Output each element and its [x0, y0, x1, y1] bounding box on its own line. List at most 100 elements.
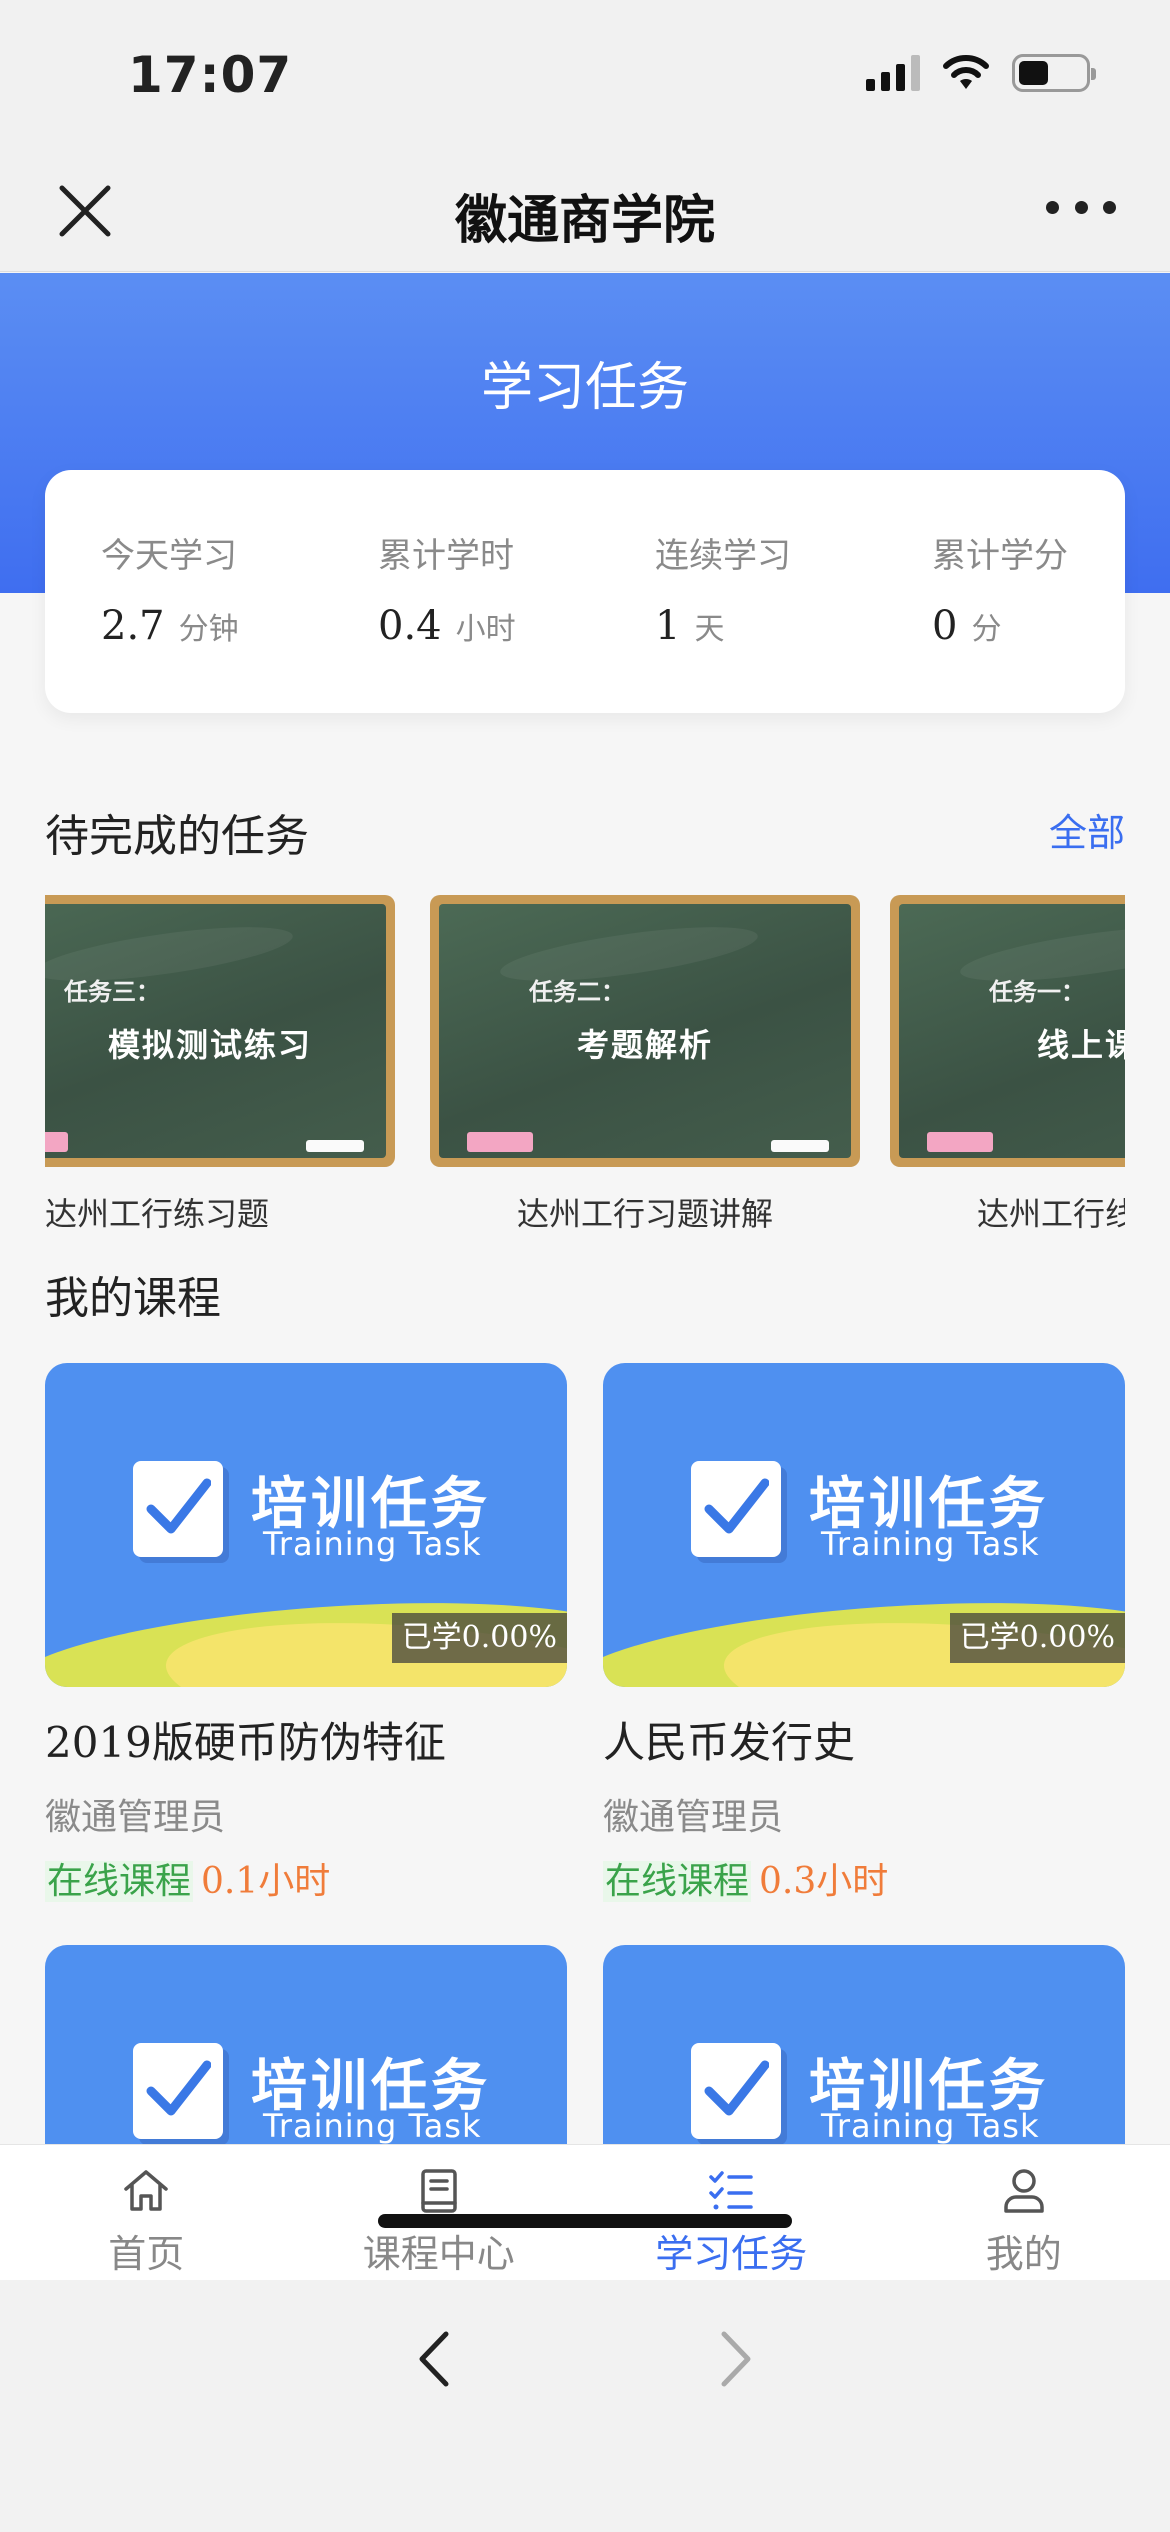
- thumbnail-subtitle: Training Task: [263, 1525, 482, 1563]
- progress-badge: 已学0.00%: [949, 1613, 1125, 1663]
- course-card[interactable]: 培训任务 Training Task: [603, 1945, 1125, 2144]
- stat-value-row: 0分: [932, 603, 1170, 649]
- tab-label: 首页: [108, 2232, 185, 2276]
- task-thumbnail: 任务三： 模拟测试练习: [45, 895, 395, 1167]
- tab-label: 我的: [985, 2232, 1062, 2276]
- stat-label: 累计学分: [932, 536, 1068, 576]
- thumbnail-subtitle: Training Task: [263, 2107, 482, 2144]
- book-icon: [421, 2169, 457, 2213]
- stat-streak: 连续学习 1天: [655, 528, 895, 649]
- tab-course-center[interactable]: 课程中心: [293, 2145, 586, 2280]
- my-courses-title: 我的课程: [45, 1273, 221, 1324]
- checkbox-icon: [133, 2043, 223, 2139]
- stat-unit: 天: [694, 612, 725, 647]
- chalk-decoration: [306, 1140, 364, 1152]
- status-bar: 17:07: [0, 0, 1170, 150]
- stat-unit: 分钟: [178, 612, 239, 647]
- task-board-title: 模拟测试练习: [107, 1026, 312, 1064]
- stat-value: 1: [655, 603, 681, 649]
- view-all-link[interactable]: 全部: [1049, 802, 1125, 857]
- task-thumbnail: 任务二： 考题解析: [430, 895, 860, 1167]
- course-author: 徽通管理员: [603, 1797, 784, 1838]
- task-board-subtitle: 任务二：: [529, 977, 625, 1006]
- more-icon[interactable]: [1046, 192, 1116, 222]
- stat-value: 2.7: [101, 603, 165, 649]
- stat-value-row: 0.4 小时: [378, 603, 618, 649]
- course-type-tag: 在线课程: [45, 1861, 194, 1902]
- eraser-decoration: [927, 1132, 993, 1152]
- course-name: 人民币发行史: [603, 1718, 856, 1767]
- stats-card: 今天学习 2.7 分钟 累计学时 0.4 小时 连续学习 1天 累计学分 0分: [45, 470, 1125, 713]
- forward-arrow-icon[interactable]: [710, 2326, 760, 2392]
- course-type-tag: 在线课程: [603, 1861, 752, 1902]
- course-thumbnail: 培训任务 Training Task 已学0.00%: [603, 1363, 1125, 1687]
- nav-bar: 徽通商学院: [0, 150, 1170, 272]
- task-board-title: 考题解析: [576, 1026, 713, 1064]
- eraser-decoration: [45, 1132, 68, 1152]
- task-caption: 达州工行习题讲解: [516, 1195, 773, 1233]
- thumbnail-subtitle: Training Task: [821, 1525, 1040, 1563]
- stat-value: 0.4: [378, 603, 442, 649]
- page-title: 学习任务: [480, 358, 689, 418]
- stat-today: 今天学习 2.7 分钟: [101, 528, 341, 649]
- thumbnail-subtitle: Training Task: [821, 2107, 1040, 2144]
- pending-tasks-title: 待完成的任务: [45, 811, 309, 862]
- battery-icon: [1012, 54, 1096, 92]
- stat-label: 连续学习: [655, 536, 791, 576]
- stat-label: 今天学习: [101, 536, 237, 576]
- tab-home[interactable]: 首页: [0, 2145, 293, 2280]
- course-duration: 0.1小时: [201, 1861, 331, 1902]
- checkbox-icon: [691, 2043, 781, 2139]
- stat-credits: 累计学分 0分: [932, 528, 1170, 649]
- tab-learning-tasks[interactable]: 学习任务: [585, 2145, 878, 2280]
- task-card[interactable]: 任务二： 考题解析 达州工行习题讲解: [430, 895, 860, 1235]
- task-caption: 达州工行练习题: [45, 1195, 270, 1233]
- course-meta: 在线课程 0.3小时: [603, 1852, 1125, 1904]
- status-icons: [866, 54, 1096, 92]
- cellular-signal-icon: [866, 55, 920, 91]
- user-icon: [1004, 2169, 1044, 2213]
- eraser-decoration: [467, 1132, 533, 1152]
- tab-label: 学习任务: [655, 2232, 808, 2276]
- home-icon: [124, 2170, 168, 2211]
- tab-profile[interactable]: 我的: [878, 2145, 1170, 2280]
- task-card[interactable]: 任务三： 模拟测试练习 达州工行练习题: [45, 895, 395, 1235]
- course-card[interactable]: 培训任务 Training Task: [45, 1945, 567, 2144]
- checkbox-icon: [691, 1461, 781, 1557]
- task-caption: 达州工行线上课程: [976, 1195, 1125, 1233]
- stat-total-hours: 累计学时 0.4 小时: [378, 528, 618, 649]
- stat-value-row: 1天: [655, 603, 895, 649]
- wifi-icon: [943, 55, 989, 89]
- course-thumbnail: 培训任务 Training Task: [603, 1945, 1125, 2144]
- stat-unit: 小时: [455, 612, 516, 647]
- task-list-icon: [709, 2171, 753, 2210]
- checkbox-icon: [133, 1461, 223, 1557]
- task-board-subtitle: 任务一：: [989, 977, 1085, 1006]
- app-title: 徽通商学院: [454, 191, 715, 251]
- task-thumbnail: 任务一： 线上课程: [890, 895, 1125, 1167]
- stat-value: 0: [932, 603, 958, 649]
- course-card[interactable]: 培训任务 Training Task 已学0.00% 人民币发行史 徽通管理员 …: [603, 1363, 1125, 1904]
- stat-label: 累计学时: [378, 536, 514, 576]
- back-arrow-icon[interactable]: [410, 2326, 460, 2392]
- task-board-title: 线上课程: [1036, 1026, 1125, 1064]
- chalk-decoration: [771, 1140, 829, 1152]
- status-time: 17:07: [128, 46, 293, 104]
- home-indicator: [378, 2214, 792, 2228]
- course-name: 2019版硬币防伪特征: [45, 1718, 446, 1767]
- task-card[interactable]: 任务一： 线上课程 达州工行线上课程: [890, 895, 1125, 1235]
- course-thumbnail: 培训任务 Training Task: [45, 1945, 567, 2144]
- pending-tasks-scroller[interactable]: 任务三： 模拟测试练习 达州工行练习题 任务二： 考题解析 达州工行习题讲解 任…: [45, 895, 1125, 1235]
- progress-badge: 已学0.00%: [391, 1613, 567, 1663]
- bottom-tab-bar: 首页 课程中心 学习任务 我的: [0, 2144, 1170, 2280]
- task-board-subtitle: 任务三：: [64, 977, 160, 1006]
- browser-toolbar: [0, 2280, 1170, 2532]
- course-card[interactable]: 培训任务 Training Task 已学0.00% 2019版硬币防伪特征 徽…: [45, 1363, 567, 1904]
- tab-label: 课程中心: [362, 2232, 515, 2276]
- course-duration: 0.3小时: [759, 1861, 889, 1902]
- stat-unit: 分: [971, 612, 1002, 647]
- course-author: 徽通管理员: [45, 1797, 226, 1838]
- stat-value-row: 2.7 分钟: [101, 603, 341, 649]
- course-meta: 在线课程 0.1小时: [45, 1852, 567, 1904]
- course-thumbnail: 培训任务 Training Task 已学0.00%: [45, 1363, 567, 1687]
